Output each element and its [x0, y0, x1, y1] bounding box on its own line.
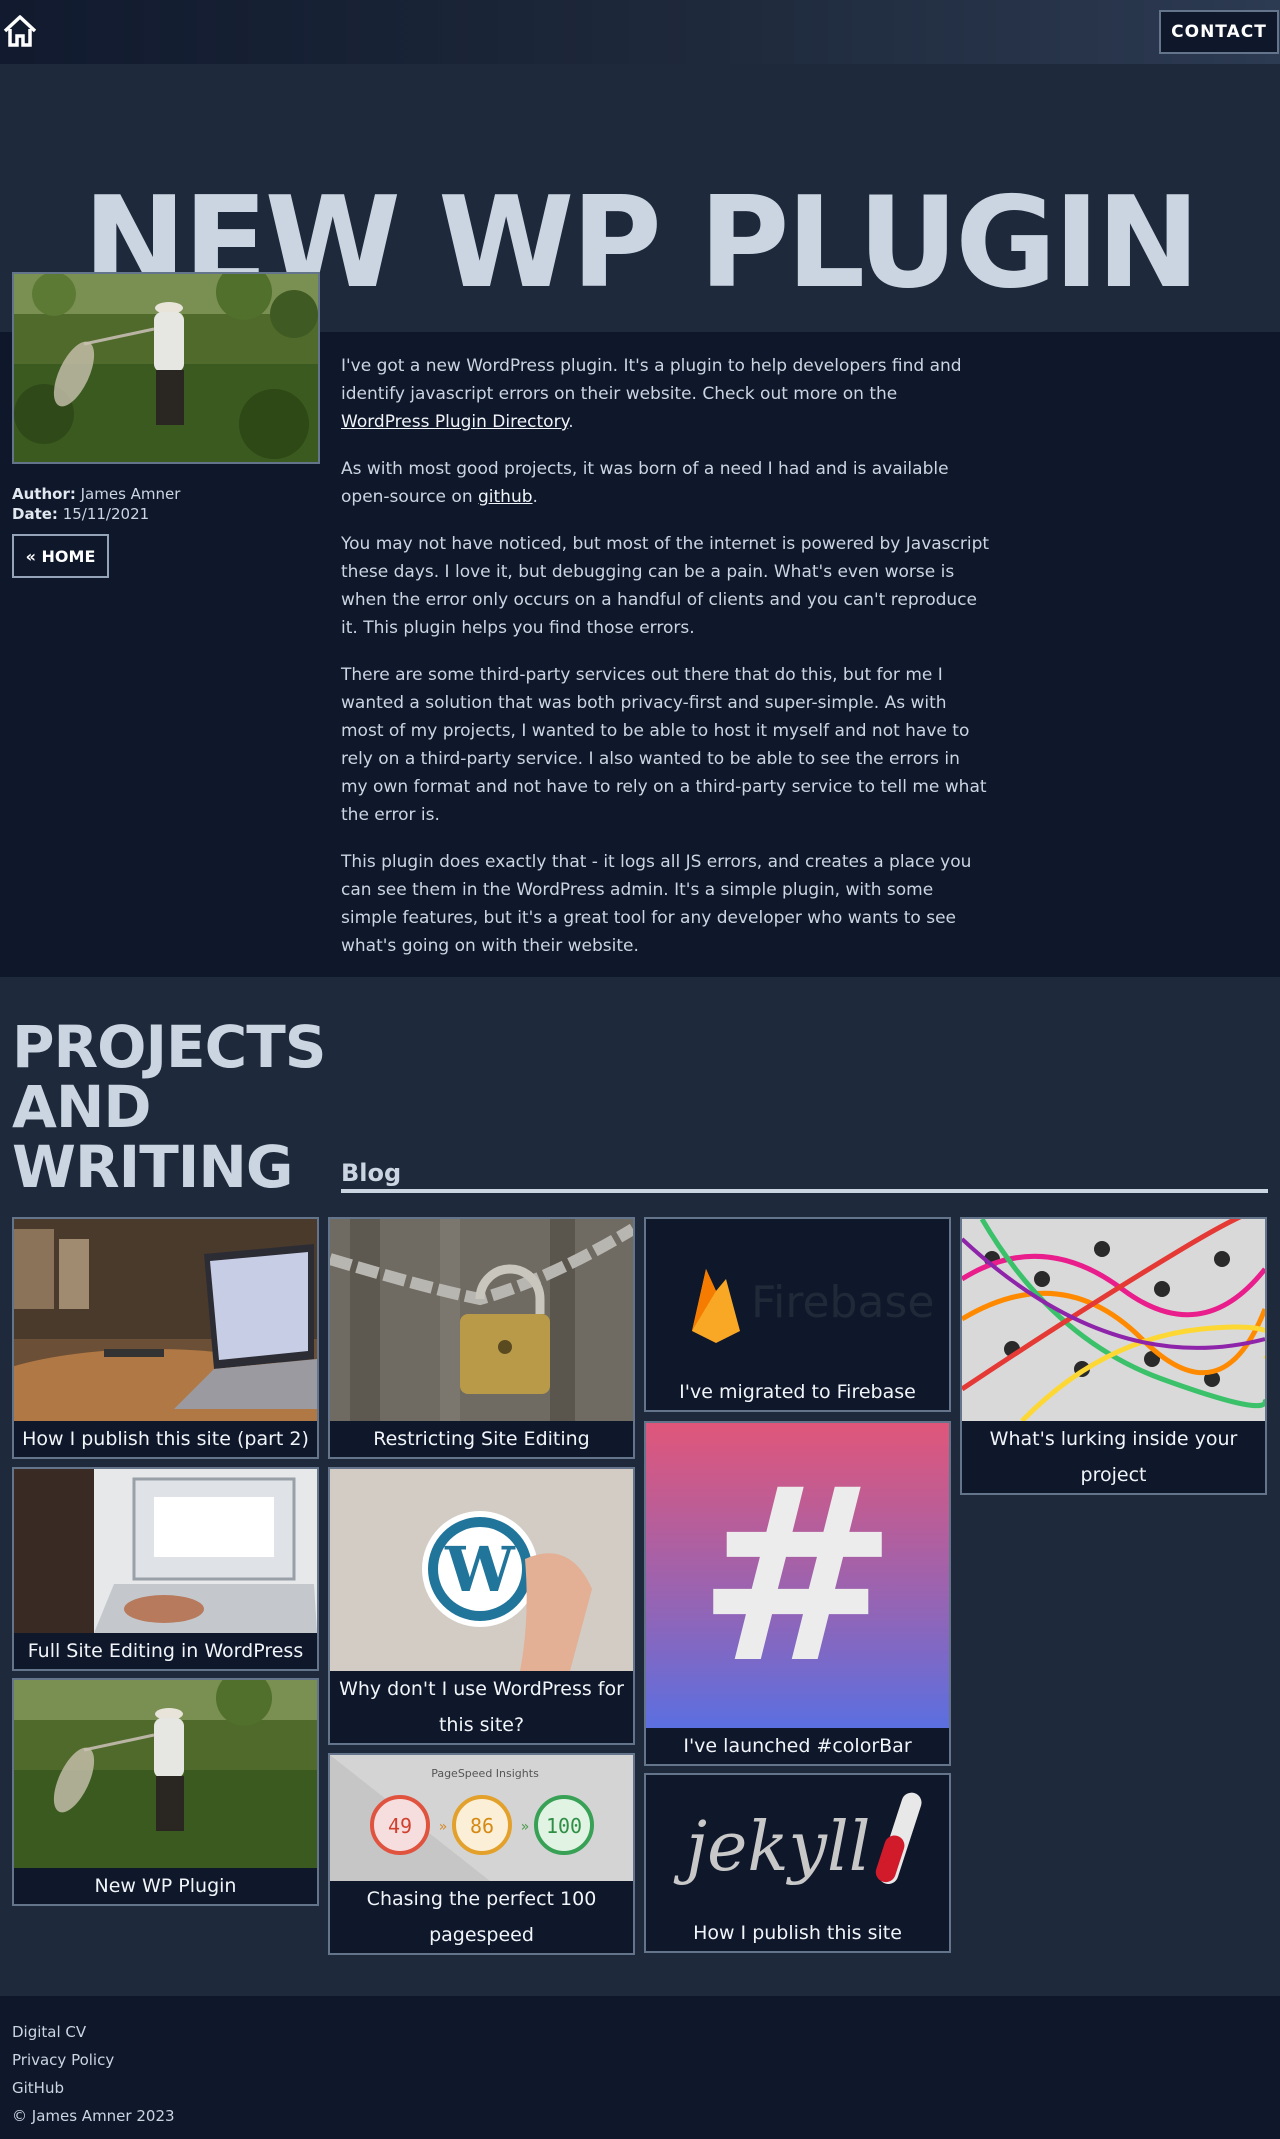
top-navigation: CONTACT	[0, 0, 1280, 64]
card-title: Chasing the perfect 100 pagespeed	[366, 1888, 597, 1946]
card-image	[14, 1219, 317, 1421]
svg-text:Firebase: Firebase	[751, 1277, 934, 1328]
featured-image	[12, 272, 320, 464]
card-title: I've launched #colorBar	[683, 1735, 912, 1757]
card-title: I've migrated to Firebase	[679, 1381, 916, 1403]
blog-card[interactable]: How I publish this site (part 2)	[12, 1217, 319, 1459]
svg-text:»: »	[521, 1819, 530, 1835]
paragraph: As with most good projects, it was born …	[341, 459, 949, 507]
blog-card[interactable]: Full Site Editing in WordPress	[12, 1467, 319, 1671]
card-title: Restricting Site Editing	[373, 1428, 590, 1450]
svg-text:86: 86	[470, 1814, 494, 1838]
card-image: Firebase	[646, 1219, 949, 1374]
post-meta: Author: James Amner Date: 15/11/2021	[12, 484, 180, 524]
blog-card[interactable]: Restricting Site Editing	[328, 1217, 635, 1459]
blog-card[interactable]: PageSpeed Insights 49 » 86 » 100 Chasing…	[328, 1753, 635, 1955]
author-label: Author:	[12, 485, 76, 503]
footer-link-github[interactable]: GitHub	[12, 2079, 64, 2097]
card-title: New WP Plugin	[94, 1875, 237, 1897]
footer: Digital CV Privacy Policy GitHub © James…	[0, 1996, 1280, 2139]
blog-card[interactable]: jekyll How I publish this site	[644, 1773, 951, 1953]
card-image: PageSpeed Insights 49 » 86 » 100	[330, 1755, 633, 1881]
hash-icon: #	[696, 1435, 899, 1716]
card-title: How I publish this site	[693, 1922, 902, 1944]
paragraph: There are some third-party services out …	[341, 665, 987, 825]
article-body: I've got a new WordPress plugin. It's a …	[341, 352, 991, 979]
svg-text:49: 49	[388, 1814, 412, 1838]
card-title: What's lurking inside your project	[989, 1428, 1238, 1486]
blog-card[interactable]: # I've launched #colorBar	[644, 1421, 951, 1766]
blog-heading: Blog	[341, 1159, 1268, 1193]
svg-text:»: »	[439, 1819, 448, 1835]
paragraph: I've got a new WordPress plugin. It's a …	[341, 356, 962, 432]
card-image: jekyll	[646, 1775, 949, 1915]
blog-card[interactable]: What's lurking inside your project	[960, 1217, 1267, 1495]
card-image	[14, 1680, 317, 1868]
card-title: How I publish this site (part 2)	[22, 1428, 309, 1450]
github-link[interactable]: github	[478, 487, 533, 507]
wordpress-plugin-directory-link[interactable]: WordPress Plugin Directory	[341, 412, 568, 432]
svg-text:PageSpeed Insights: PageSpeed Insights	[431, 1767, 539, 1780]
footer-link-privacy-policy[interactable]: Privacy Policy	[12, 2051, 114, 2069]
contact-button[interactable]: CONTACT	[1159, 10, 1279, 54]
blog-card[interactable]: Firebase I've migrated to Firebase	[644, 1217, 951, 1412]
article: Author: James Amner Date: 15/11/2021 « H…	[0, 272, 1280, 979]
author-name: James Amner	[80, 485, 181, 503]
svg-text:W: W	[444, 1533, 516, 1606]
card-title: Full Site Editing in WordPress	[27, 1640, 304, 1662]
svg-text:jekyll: jekyll	[673, 1808, 870, 1887]
projects-title: PROJECTS AND WRITING	[12, 1013, 327, 1201]
card-image: W	[330, 1469, 633, 1671]
svg-text:100: 100	[546, 1814, 582, 1838]
date-label: Date:	[12, 505, 58, 523]
blog-card[interactable]: New WP Plugin	[12, 1678, 319, 1906]
blog-card[interactable]: W Why don't I use WordPress for this sit…	[328, 1467, 635, 1745]
paragraph: You may not have noticed, but most of th…	[341, 534, 990, 638]
back-home-button[interactable]: « HOME	[12, 534, 109, 578]
card-image	[14, 1469, 317, 1633]
home-icon[interactable]	[2, 13, 38, 49]
paragraph: This plugin does exactly that - it logs …	[341, 852, 972, 956]
card-title: Why don't I use WordPress for this site?	[339, 1678, 624, 1736]
card-image: #	[646, 1423, 949, 1728]
card-image	[962, 1219, 1265, 1421]
footer-link-digital-cv[interactable]: Digital CV	[12, 2023, 86, 2041]
post-date: 15/11/2021	[62, 505, 150, 523]
projects-section: PROJECTS AND WRITING Blog How I publish …	[0, 977, 1280, 1996]
card-image	[330, 1219, 633, 1421]
copyright: © James Amner 2023	[12, 2107, 175, 2125]
